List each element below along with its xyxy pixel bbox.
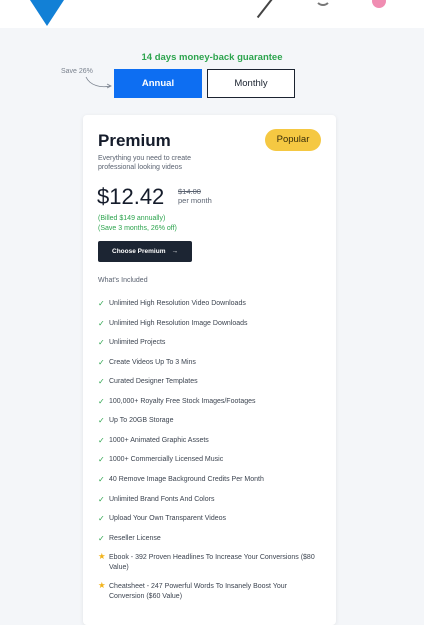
logo-triangle-icon — [30, 0, 64, 26]
check-icon: ✓ — [98, 475, 105, 484]
avatar[interactable] — [372, 0, 386, 8]
popular-badge: Popular — [265, 129, 321, 151]
plan-price: $12.42 — [97, 184, 165, 209]
top-header — [0, 0, 424, 28]
star-icon: ★ — [98, 580, 106, 590]
check-icon: ✓ — [98, 514, 105, 523]
check-icon: ✓ — [98, 338, 105, 347]
annual-toggle-button[interactable]: Annual — [114, 69, 202, 98]
check-icon: ✓ — [98, 397, 105, 406]
plan-name: Premium — [98, 131, 171, 150]
check-icon: ✓ — [98, 495, 105, 504]
plan-description: Everything you need to create profession… — [98, 155, 192, 171]
curved-arrow-icon — [85, 76, 112, 89]
savings-text: (Save 3 months, 26% off) — [98, 224, 177, 232]
check-icon: ✓ — [98, 436, 105, 445]
pen-icon[interactable] — [256, 0, 274, 19]
premium-plan-card: Premium Popular Everything you need to c… — [83, 115, 336, 625]
billing-info: (Billed $149 annually) (Save 3 months, 2… — [98, 214, 177, 233]
check-icon: ✓ — [98, 455, 105, 464]
check-icon: ✓ — [98, 299, 105, 308]
check-icon: ✓ — [98, 416, 105, 425]
user-icon[interactable] — [315, 0, 331, 6]
choose-premium-button[interactable]: Choose Premium → — [98, 241, 192, 262]
save-note: Save 26% — [61, 68, 93, 75]
billed-annually-text: (Billed $149 annually) — [98, 215, 166, 222]
price-period: per month — [178, 196, 212, 205]
check-icon: ✓ — [98, 319, 105, 328]
check-icon: ✓ — [98, 358, 105, 367]
included-heading: What's Included — [98, 277, 148, 284]
old-price: $14.00 — [178, 187, 201, 196]
check-icon: ✓ — [98, 377, 105, 386]
star-icon: ★ — [98, 551, 106, 561]
monthly-toggle-button[interactable]: Monthly — [207, 69, 295, 98]
choose-premium-label: Choose Premium — [112, 248, 166, 255]
arrow-right-icon: → — [171, 248, 178, 255]
guarantee-text: 14 days money-back guarantee — [141, 52, 283, 63]
check-icon: ✓ — [98, 534, 105, 543]
